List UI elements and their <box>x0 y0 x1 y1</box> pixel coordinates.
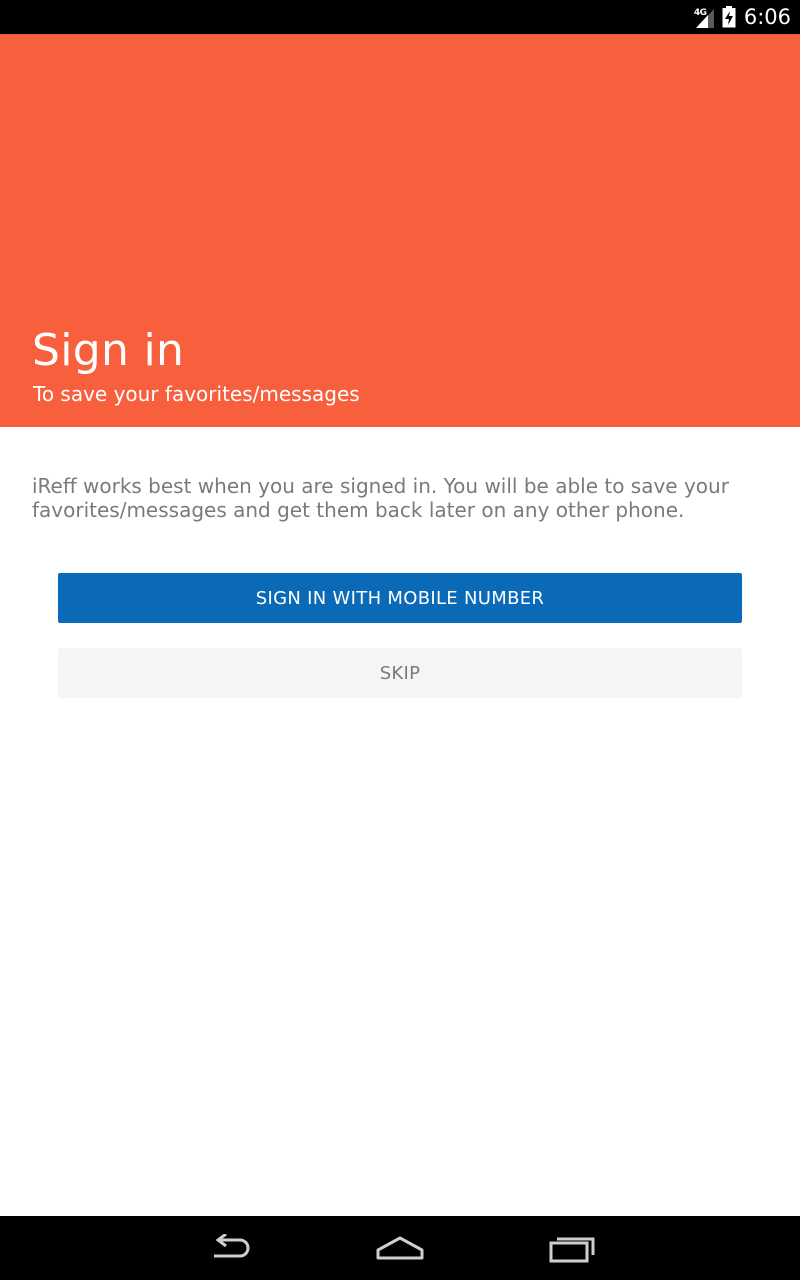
status-icons: 4G 6:06 <box>694 0 791 34</box>
page-title: Sign in <box>32 325 185 376</box>
navigation-bar <box>0 1216 800 1280</box>
status-bar: 4G 6:06 <box>0 0 800 34</box>
clock: 6:06 <box>743 5 791 29</box>
signal-icon: 4G <box>694 5 716 29</box>
sign-in-mobile-button[interactable]: SIGN IN WITH MOBILE NUMBER <box>58 573 742 623</box>
battery-icon <box>722 6 736 28</box>
recent-apps-icon[interactable] <box>542 1230 602 1266</box>
page-subtitle: To save your favorites/messages <box>33 382 360 406</box>
home-icon[interactable] <box>370 1230 430 1266</box>
intro-text: iReff works best when you are signed in.… <box>32 474 729 522</box>
back-icon[interactable] <box>200 1230 260 1266</box>
header-banner: Sign in To save your favorites/messages <box>0 34 800 427</box>
network-type-label: 4G <box>693 8 707 18</box>
skip-button[interactable]: SKIP <box>58 648 742 698</box>
